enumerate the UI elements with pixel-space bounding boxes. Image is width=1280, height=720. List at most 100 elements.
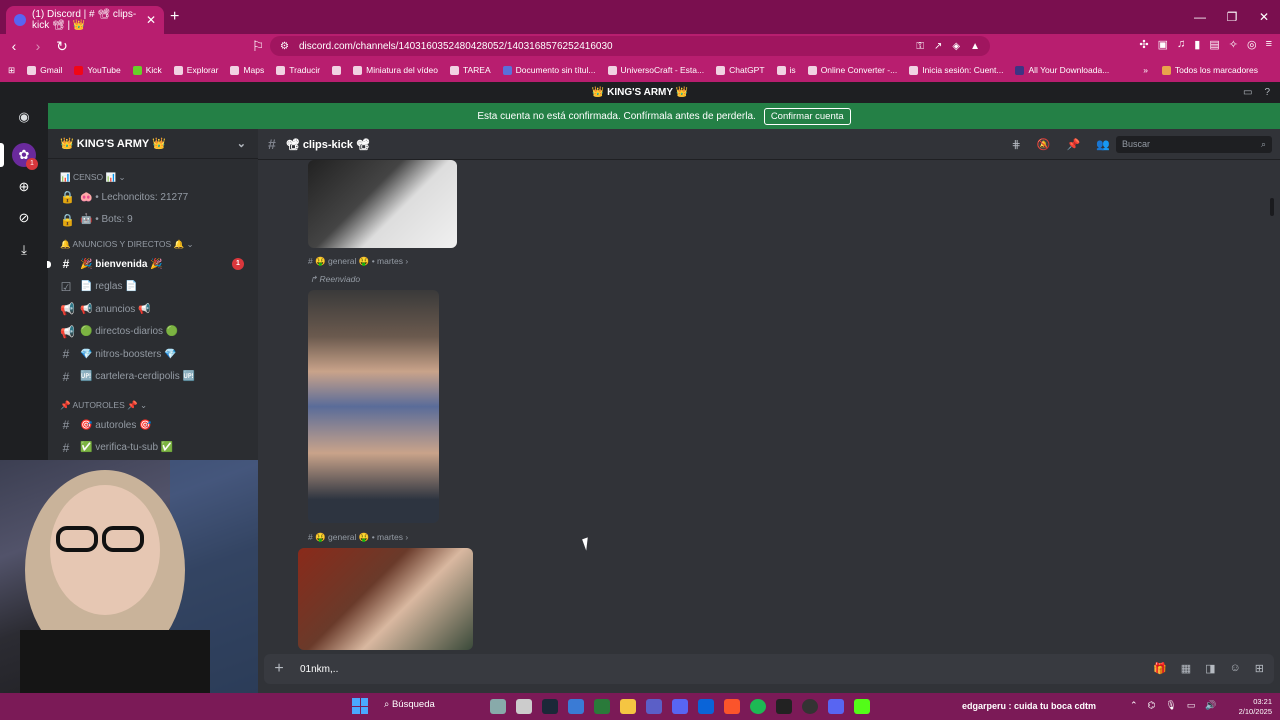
more-bookmarks-icon[interactable]: »: [1143, 65, 1148, 75]
explore-icon[interactable]: ⊘: [12, 206, 36, 230]
volume-icon[interactable]: 🔊: [1205, 700, 1216, 711]
media-icon[interactable]: ♫: [1177, 38, 1185, 51]
bookmark-tarea[interactable]: TAREA: [449, 65, 491, 75]
chevron-down-icon[interactable]: ⌄: [237, 137, 246, 150]
site-info-icon[interactable]: ⚙: [280, 41, 289, 52]
chevron-up-icon[interactable]: ⌃: [1130, 700, 1138, 711]
bookmark-youtube[interactable]: YouTube: [74, 65, 121, 75]
forward-source[interactable]: # 🤑 general 🤑 • martes ›: [308, 532, 408, 543]
sidebar-icon[interactable]: ▮: [1194, 38, 1200, 51]
leo-ai-icon[interactable]: ✧: [1229, 38, 1238, 51]
search-input[interactable]: Buscar ⌕: [1116, 136, 1272, 153]
channel-reglas[interactable]: ☑ 📄 reglas 📄: [48, 276, 258, 299]
minimize-icon[interactable]: —: [1184, 0, 1216, 34]
member-list-icon[interactable]: 👥: [1096, 138, 1110, 151]
network-icon[interactable]: ⌬: [1148, 700, 1156, 711]
bookmark-folder-all[interactable]: Todos los marcadores: [1161, 65, 1258, 75]
channel-bienvenida[interactable]: # 🎉 bienvenida 🎉 1: [47, 253, 258, 276]
attach-icon[interactable]: +: [264, 660, 294, 678]
close-tab-icon[interactable]: ✕: [146, 13, 156, 27]
bookmark-chatgpt[interactable]: ChatGPT: [716, 65, 765, 75]
image-attachment[interactable]: [298, 548, 473, 650]
pin-icon[interactable]: 📌: [1067, 138, 1081, 151]
bookmark-kick[interactable]: Kick: [132, 65, 162, 75]
help-icon[interactable]: ?: [1264, 82, 1270, 103]
minecraft-icon[interactable]: [594, 699, 610, 714]
bookmark-maps[interactable]: Maps: [230, 65, 264, 75]
capture-icon[interactable]: ▣: [1158, 38, 1168, 51]
sticker-icon[interactable]: ◨: [1205, 662, 1215, 675]
taskbar-search[interactable]: ⌕ Búsqueda: [384, 699, 435, 710]
inbox-icon[interactable]: ▭: [1243, 82, 1252, 103]
bookmark-unnamed[interactable]: [332, 65, 342, 75]
back-icon[interactable]: ‹: [4, 38, 24, 54]
download-icon[interactable]: ⤓: [12, 238, 36, 262]
file-icon[interactable]: [516, 699, 532, 714]
confirm-account-button[interactable]: Confirmar cuenta: [763, 107, 851, 125]
new-tab-button[interactable]: +: [170, 8, 179, 26]
reload-icon[interactable]: ↻: [52, 38, 72, 55]
channel-lechoncitos[interactable]: 🔒 🐽 • Lechoncitos: 21277: [48, 186, 258, 209]
channel-directos-diarios[interactable]: 📢 🟢 directos-diarios 🟢: [48, 321, 258, 344]
forward-icon[interactable]: ›: [28, 38, 48, 54]
forward-source[interactable]: # 🤑 general 🤑 • martes ›: [308, 256, 408, 267]
bookmark-universocraft[interactable]: UniversoCraft - Esta...: [607, 65, 704, 75]
channel-cartelera[interactable]: # 🆙 cartelera-cerdipolis 🆙: [48, 366, 258, 389]
image-attachment[interactable]: [308, 290, 439, 523]
url-field[interactable]: ⚙ discord.com/channels/14031603524804280…: [270, 36, 990, 56]
discord-active-icon[interactable]: [828, 699, 844, 714]
bookmark-online-converter[interactable]: Online Converter -...: [807, 65, 897, 75]
threads-icon[interactable]: ⋕: [1012, 138, 1021, 151]
teams-icon[interactable]: [646, 699, 662, 714]
outlook-icon[interactable]: [698, 699, 714, 714]
bookmark-miniatura[interactable]: Miniatura del vídeo: [353, 65, 438, 75]
image-attachment[interactable]: [308, 160, 457, 248]
key-icon[interactable]: ⚿: [916, 41, 924, 52]
discord-home-icon[interactable]: ◉: [12, 105, 36, 129]
bookmark-star-icon[interactable]: ⚐: [248, 38, 268, 55]
vpn-icon[interactable]: ◎: [1247, 38, 1257, 51]
wallet-icon[interactable]: ▤: [1209, 38, 1219, 51]
windows-start-icon[interactable]: [352, 698, 368, 714]
extensions-icon[interactable]: ✣: [1139, 38, 1148, 51]
apps-launcher-icon[interactable]: ⊞: [1255, 662, 1264, 675]
clock[interactable]: 03:21 2/10/2025: [1239, 697, 1272, 717]
message-input[interactable]: + 01nkm,.. 🎁 ▦ ◨ ☺ ⊞: [264, 654, 1274, 684]
apps-icon[interactable]: ⊞: [8, 65, 15, 76]
channel-autoroles[interactable]: # 🎯 autoroles 🎯: [48, 414, 258, 437]
brave-shield-icon[interactable]: ◈: [952, 41, 960, 52]
brave-taskbar-icon[interactable]: [724, 699, 740, 714]
share-icon[interactable]: ↗: [934, 41, 942, 52]
steam-icon[interactable]: [542, 699, 558, 714]
microphone-icon[interactable]: 🎙: [1165, 700, 1176, 711]
menu-icon[interactable]: ≡: [1266, 38, 1272, 51]
spotify-icon[interactable]: [750, 699, 766, 714]
message-list[interactable]: # 🤑 general 🤑 • martes › ↱ Reenviado # 🤑…: [258, 160, 1280, 650]
close-window-icon[interactable]: ✕: [1248, 0, 1280, 34]
kick-taskbar-icon[interactable]: [854, 699, 870, 714]
gift-icon[interactable]: 🎁: [1153, 662, 1167, 675]
mute-icon[interactable]: 🔕: [1037, 138, 1051, 151]
bookmark-all-your-downloads[interactable]: All Your Downloada...: [1015, 65, 1109, 75]
app-icon[interactable]: [776, 699, 792, 714]
bookmark-traducir[interactable]: Traducir: [276, 65, 320, 75]
gif-icon[interactable]: ▦: [1181, 662, 1191, 675]
category-autoroles[interactable]: 📌 AUTOROLES 📌 ⌄: [48, 396, 258, 414]
bookmark-is[interactable]: is: [776, 65, 796, 75]
discord-taskbar-icon[interactable]: [672, 699, 688, 714]
server-header[interactable]: 👑 KING'S ARMY 👑 ⌄: [48, 129, 258, 159]
scrollbar-thumb[interactable]: [1270, 198, 1274, 216]
bookmark-documento[interactable]: Documento sin títul...: [502, 65, 596, 75]
restore-icon[interactable]: ❐: [1216, 0, 1248, 34]
file-explorer-icon[interactable]: [620, 699, 636, 714]
bookmark-inicia-sesion[interactable]: Inicia sesión: Cuent...: [909, 65, 1003, 75]
channel-bots[interactable]: 🔒 🤖 • Bots: 9: [48, 209, 258, 232]
emoji-icon[interactable]: ☺: [1230, 662, 1241, 675]
bookmark-explorar[interactable]: Explorar: [173, 65, 218, 75]
channel-anuncios[interactable]: 📢 📢 anuncios 📢: [48, 298, 258, 321]
obs-icon[interactable]: [802, 699, 818, 714]
category-anuncios[interactable]: 🔔 ANUNCIOS Y DIRECTOS 🔔 ⌄: [48, 235, 258, 253]
weather-icon[interactable]: [490, 699, 506, 714]
copilot-icon[interactable]: [568, 699, 584, 714]
add-server-icon[interactable]: ⊕: [12, 175, 36, 199]
